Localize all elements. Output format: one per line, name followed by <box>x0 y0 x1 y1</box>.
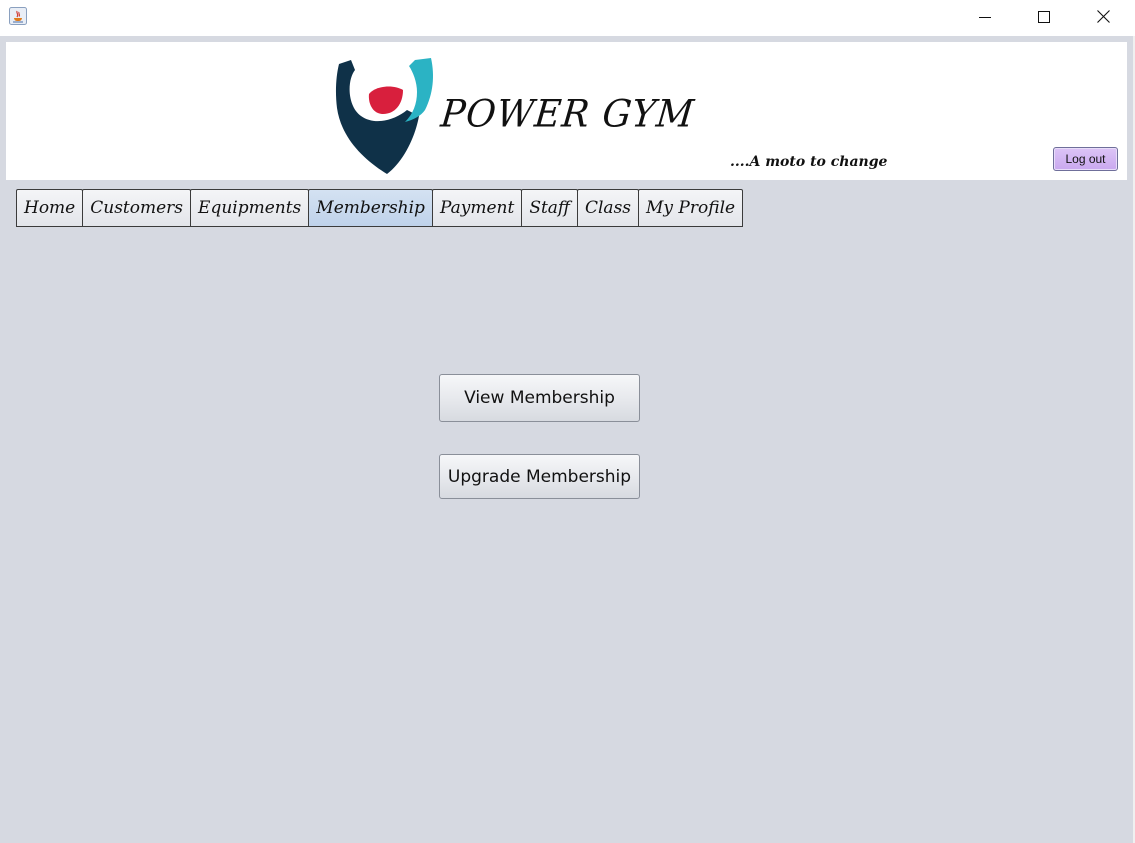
java-app-icon <box>9 7 27 25</box>
upgrade-membership-button[interactable]: Upgrade Membership <box>439 454 640 499</box>
logout-button[interactable]: Log out <box>1053 147 1118 171</box>
brand-tagline: ....A moto to change <box>730 154 888 170</box>
maximize-button[interactable] <box>1021 0 1067 34</box>
minimize-button[interactable] <box>962 0 1008 34</box>
tab-membership[interactable]: Membership <box>308 189 433 227</box>
window-titlebar <box>0 0 1135 36</box>
header-banner: POWER GYM ....A moto to change Log out <box>6 42 1127 180</box>
close-icon <box>1096 8 1110 27</box>
tab-staff[interactable]: Staff <box>521 189 578 227</box>
view-membership-button[interactable]: View Membership <box>439 374 640 422</box>
minimize-icon <box>979 8 991 27</box>
maximize-icon <box>1038 8 1050 27</box>
tab-home[interactable]: Home <box>16 189 84 227</box>
tab-class[interactable]: Class <box>576 189 640 227</box>
tab-equipments[interactable]: Equipments <box>190 189 310 227</box>
brand-title: POWER GYM <box>438 92 697 137</box>
tab-customers[interactable]: Customers <box>82 189 192 227</box>
tab-payment[interactable]: Payment <box>431 189 523 227</box>
tab-my-profile[interactable]: My Profile <box>638 189 744 227</box>
power-gym-logo <box>331 58 441 176</box>
main-tabs: Home Customers Equipments Membership Pay… <box>16 189 744 227</box>
window-content: POWER GYM ....A moto to change Log out H… <box>0 36 1135 843</box>
close-button[interactable] <box>1080 0 1126 34</box>
